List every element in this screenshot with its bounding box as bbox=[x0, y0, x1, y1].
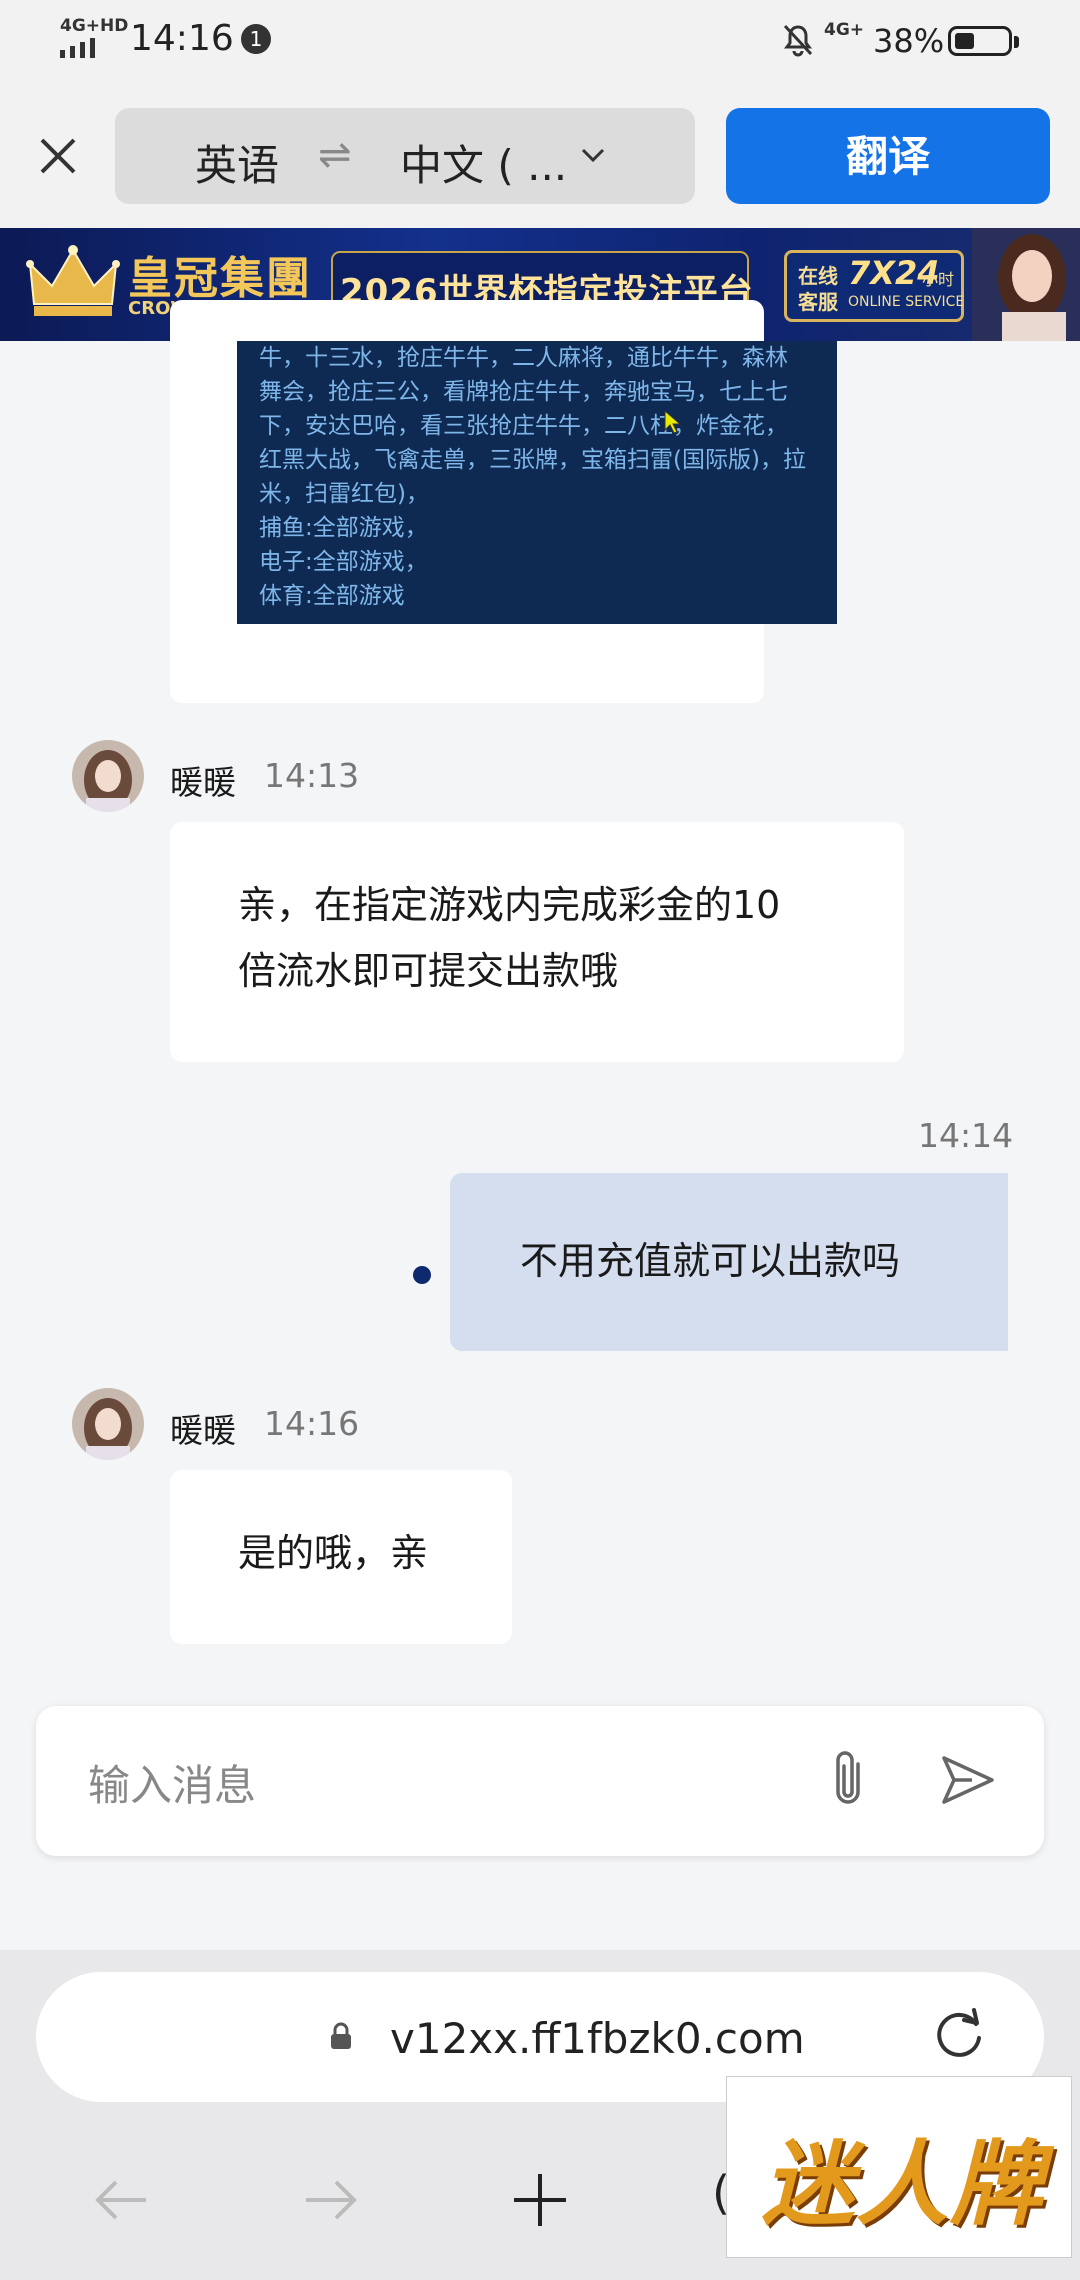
ad-service-1: 在线 bbox=[798, 264, 838, 288]
battery-fill bbox=[955, 33, 974, 49]
translate-button[interactable]: 翻译 bbox=[726, 108, 1050, 204]
avatar-image bbox=[72, 1388, 144, 1460]
ad-service-2: 客服 bbox=[798, 290, 838, 314]
message-time: 14:16 bbox=[264, 1404, 360, 1443]
back-arrow-icon[interactable] bbox=[92, 2178, 152, 2222]
forward-arrow-icon[interactable] bbox=[300, 2178, 360, 2222]
avatar[interactable] bbox=[72, 1388, 144, 1460]
avatar-image bbox=[72, 740, 144, 812]
image-text-line: 电子:全部游戏， bbox=[259, 549, 428, 575]
crown-logo-icon bbox=[26, 245, 120, 316]
message-text: 亲，在指定游戏内完成彩金的10 bbox=[238, 883, 781, 927]
image-text-line: 牛，十三水，抢庄牛牛，二人麻将，通比牛牛，森林 bbox=[259, 345, 788, 371]
battery-icon bbox=[948, 26, 1012, 56]
image-text-line: 捕鱼:全部游戏， bbox=[259, 515, 428, 541]
network-type: 4G+HD bbox=[60, 16, 129, 36]
image-text-line: 米，扫雷红包)， bbox=[259, 481, 429, 507]
battery-tip bbox=[1014, 36, 1019, 48]
ad-service-5: ONLINE SERVICE bbox=[848, 294, 965, 310]
target-language[interactable]: 中文 ( ... bbox=[400, 132, 567, 193]
message-time: 14:14 bbox=[918, 1116, 1014, 1155]
pointer-cursor-icon bbox=[664, 410, 682, 434]
reload-icon[interactable] bbox=[930, 2006, 988, 2064]
message-text: 是的哦，亲 bbox=[238, 1531, 429, 1575]
watermark-text: 迷人牌 bbox=[762, 2131, 1045, 2238]
image-text-line: 下，安达巴哈，看三张抢庄牛牛，二八杠，炸金花， bbox=[259, 413, 788, 439]
sender-name: 暖暖 bbox=[170, 1411, 236, 1450]
avatar[interactable] bbox=[72, 740, 144, 812]
attach-icon[interactable] bbox=[820, 1748, 876, 1812]
mute-bell-icon bbox=[783, 24, 813, 57]
status-time: 14:16 bbox=[130, 18, 234, 59]
image-text-line: 舞会，抢庄三公，看牌抢庄牛牛，奔驰宝马，七上七 bbox=[259, 379, 788, 405]
chevron-down-icon[interactable] bbox=[578, 140, 608, 170]
message-input[interactable]: 输入消息 bbox=[88, 1752, 256, 1813]
url-text[interactable]: v12xx.ff1fbzk0.com bbox=[390, 2014, 805, 2063]
message-time: 14:13 bbox=[264, 756, 360, 795]
new-tab-icon[interactable] bbox=[510, 2170, 570, 2230]
shared-image[interactable]: 牛，十三水，抢庄牛牛，二人麻将，通比牛牛，森林 舞会，抢庄三公，看牌抢庄牛牛，奔… bbox=[237, 341, 837, 624]
ad-model-image bbox=[972, 228, 1080, 341]
close-icon[interactable] bbox=[30, 128, 86, 184]
ad-service-4: 小时 bbox=[922, 270, 955, 289]
swap-languages-icon[interactable]: ⇌ bbox=[318, 132, 352, 178]
image-text-line: 红黑大战，飞禽走兽，三张牌，宝箱扫雷(国际版)，拉 bbox=[259, 447, 806, 473]
send-icon[interactable] bbox=[938, 1750, 998, 1810]
message-text: 不用充值就可以出款吗 bbox=[520, 1239, 901, 1283]
ad-brand-name: 皇冠集團 bbox=[128, 253, 312, 304]
lock-icon bbox=[331, 2022, 351, 2049]
source-language[interactable]: 英语 bbox=[195, 132, 279, 193]
unread-dot-icon bbox=[413, 1266, 431, 1284]
signal-icon bbox=[60, 38, 95, 58]
image-text-line: 体育:全部游戏 bbox=[259, 583, 405, 609]
status-bar: 4G+HD 14:16 1 4G+ 38% bbox=[0, 0, 1080, 84]
network-type-2: 4G+ bbox=[824, 20, 865, 40]
message-text: 倍流水即可提交出款哦 bbox=[238, 949, 619, 993]
notification-count-badge: 1 bbox=[241, 24, 271, 54]
sender-name: 暖暖 bbox=[170, 763, 236, 802]
battery-percent: 38% bbox=[873, 22, 945, 60]
